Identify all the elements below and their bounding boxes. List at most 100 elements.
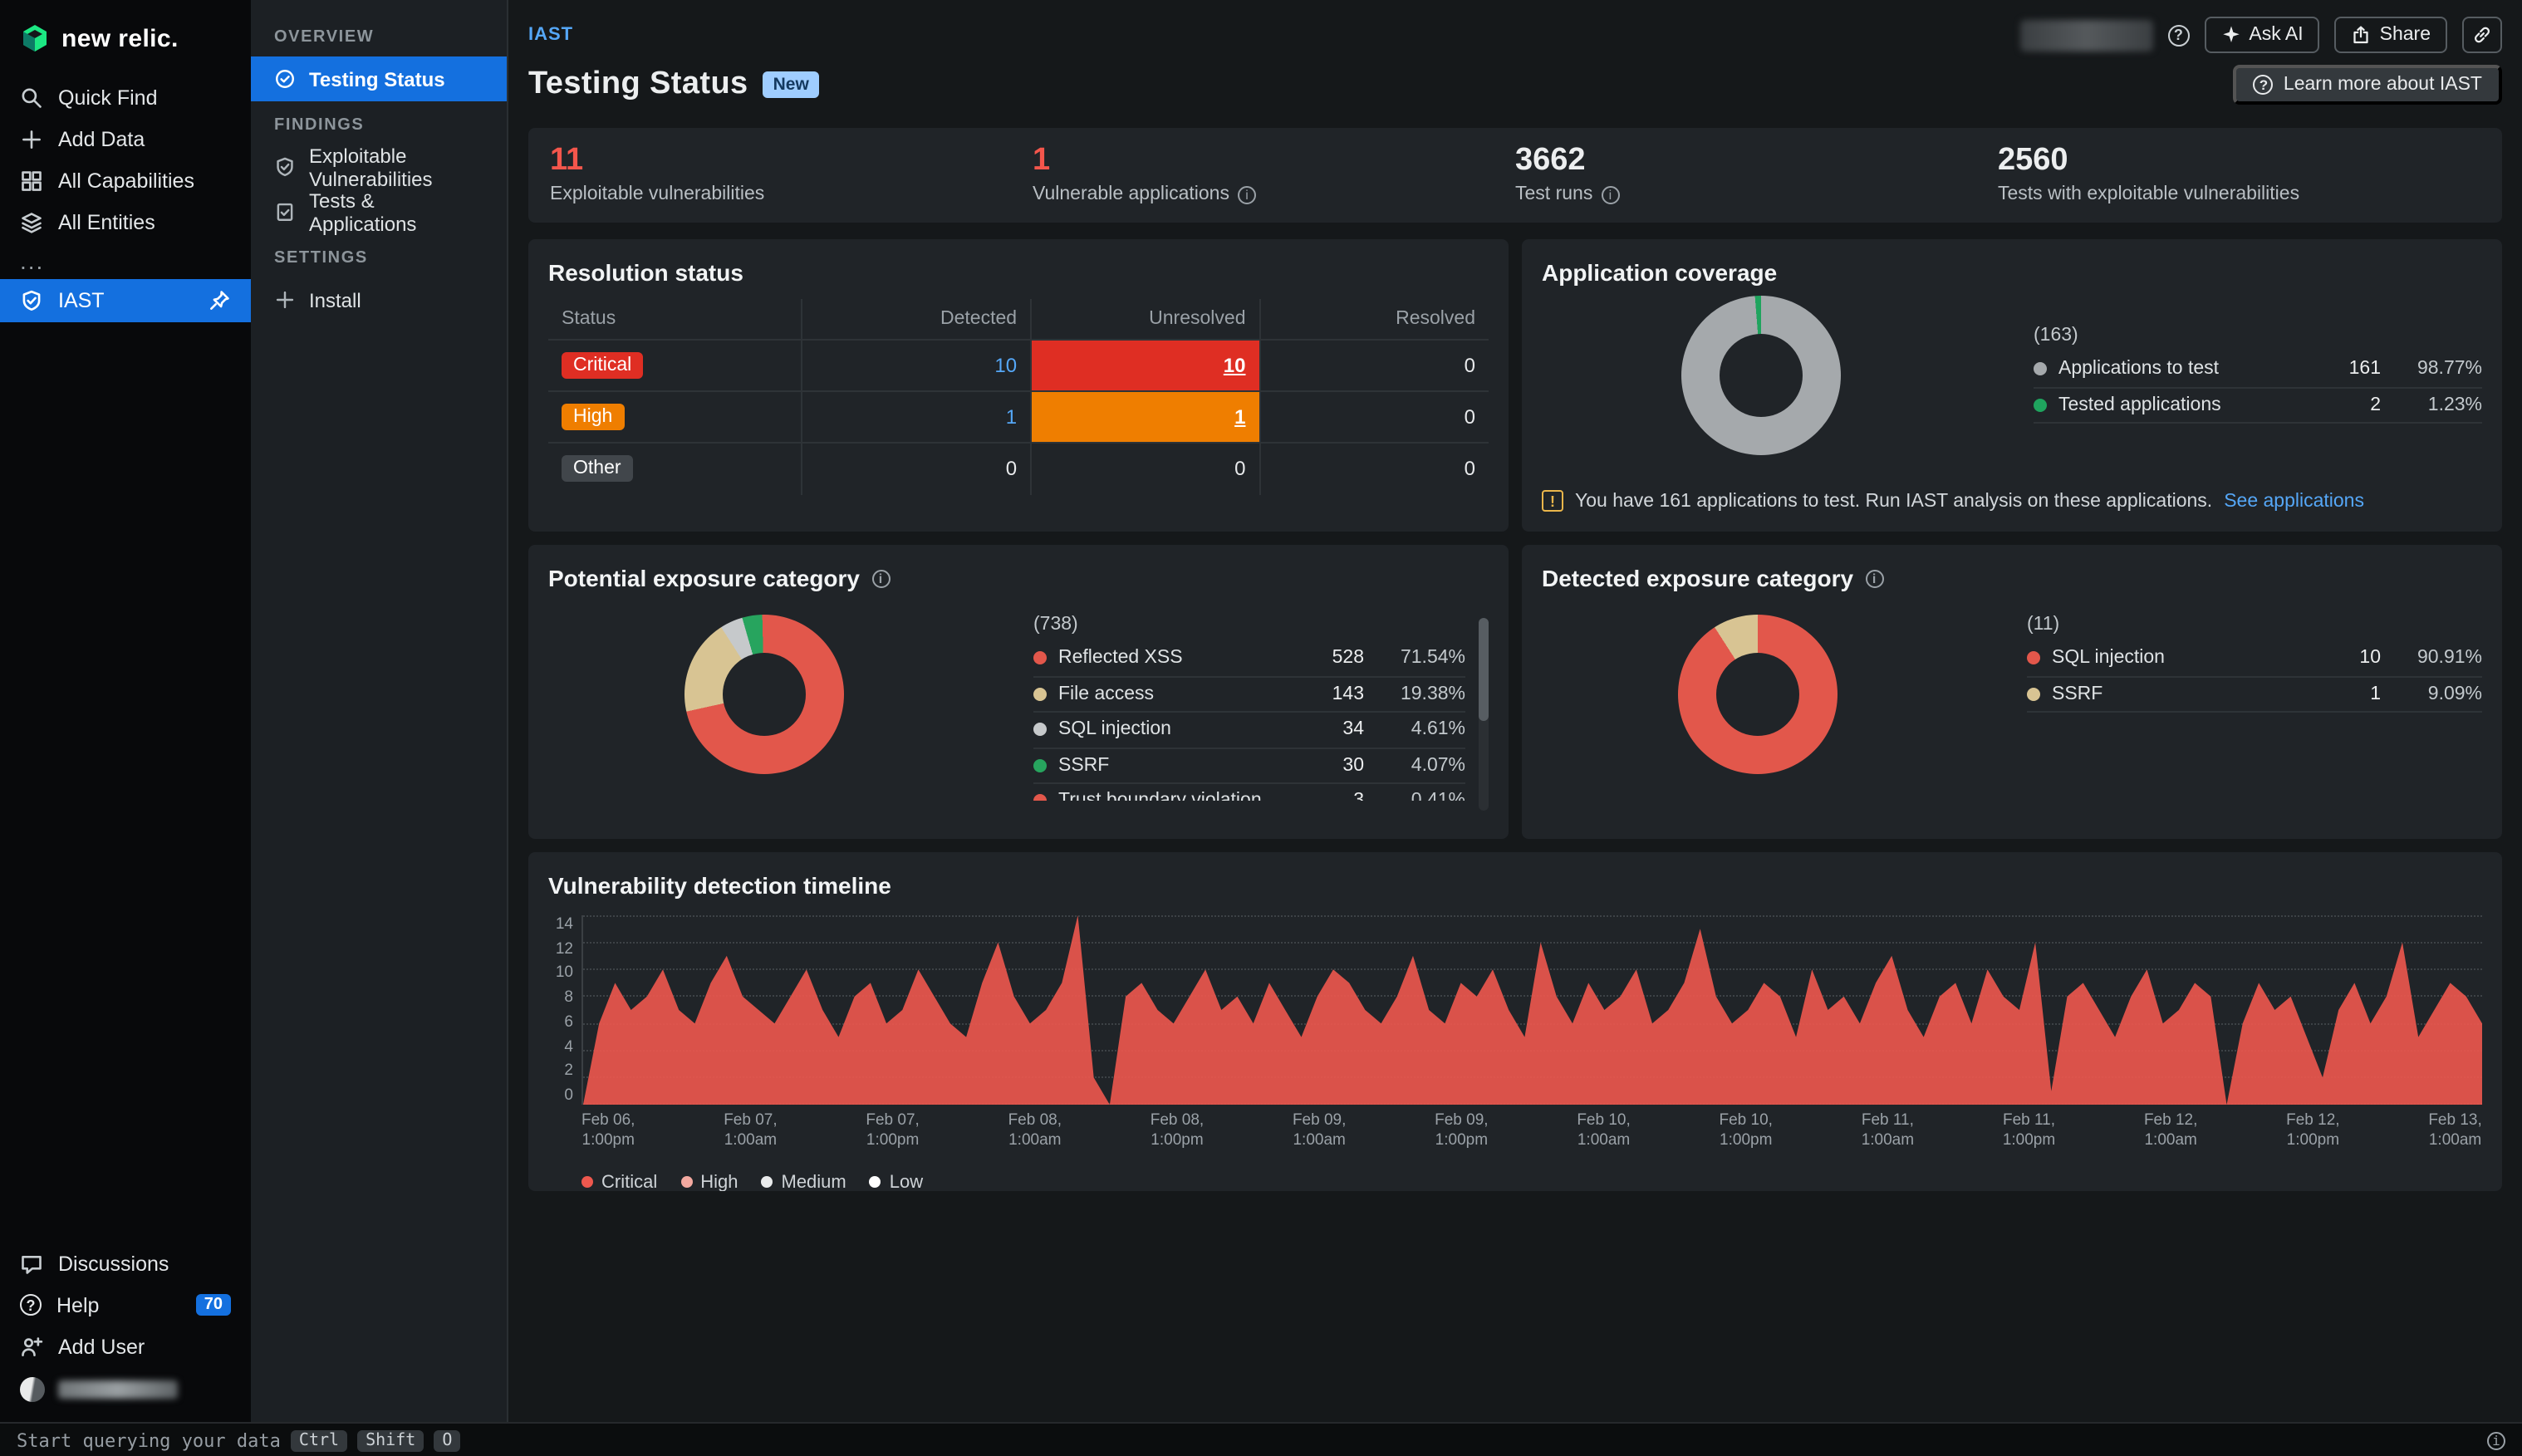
sidebar-item-more[interactable]: ... — [0, 243, 251, 279]
legend-row[interactable]: Trust boundary violation 3 0.41% — [1033, 784, 1465, 801]
breadcrumb[interactable]: IAST — [528, 25, 573, 45]
x-tick: Feb 13, 1:00am — [2428, 1111, 2482, 1150]
learn-more-label: Learn more about IAST — [2283, 75, 2482, 95]
brand-wordmark: new relic. — [61, 24, 179, 52]
legend-label: High — [700, 1172, 738, 1191]
vulnerability-timeline-card: Vulnerability detection timeline 14 12 1… — [528, 852, 2502, 1191]
warning-text: You have 161 applications to test. Run I… — [1575, 491, 2213, 511]
legend-label: Critical — [601, 1172, 658, 1191]
legend-row[interactable]: SQL injection 34 4.61% — [1033, 713, 1465, 748]
timeline-plot-area[interactable] — [581, 915, 2482, 1105]
legend-row[interactable]: SQL injection 10 90.91% — [2027, 641, 2482, 677]
column-header-resolved: Resolved — [1259, 299, 1489, 340]
sidebar-item-add-user[interactable]: Add User — [0, 1326, 251, 1367]
user-account-row[interactable] — [0, 1367, 251, 1422]
legend-total: (11) — [2027, 615, 2060, 635]
share-label: Share — [2379, 25, 2431, 45]
legend-item-low[interactable]: Low — [869, 1172, 923, 1191]
see-applications-link[interactable]: See applications — [2224, 491, 2364, 511]
search-icon — [22, 87, 42, 107]
unresolved-count-link[interactable]: 10 — [1224, 354, 1246, 377]
unresolved-count-link[interactable]: 1 — [1234, 405, 1245, 429]
info-icon[interactable]: i — [1865, 569, 1884, 587]
x-tick: Feb 12, 1:00am — [2143, 1111, 2198, 1150]
legend-row[interactable]: File access 143 19.38% — [1033, 677, 1465, 713]
learn-more-button[interactable]: ? Learn more about IAST — [2233, 65, 2502, 105]
share-button[interactable]: Share — [2334, 17, 2447, 53]
subnav-item-install[interactable]: Install — [251, 277, 507, 322]
detected-exposure-card: Detected exposure category i (11) SQL in… — [1522, 545, 2502, 839]
legend-dot — [680, 1176, 693, 1189]
scrollbar[interactable] — [1479, 618, 1489, 811]
sidebar-item-label: Quick Find — [58, 86, 158, 109]
legend-row[interactable]: SSRF 30 4.07% — [1033, 748, 1465, 784]
legend-percent: 1.23% — [2427, 395, 2482, 415]
sidebar-item-all-capabilities[interactable]: All Capabilities — [0, 159, 251, 201]
primary-sidebar: new relic. Quick Find Add Data All Capab… — [0, 0, 251, 1422]
legend-item-high[interactable]: High — [680, 1172, 738, 1191]
query-bar[interactable]: Start querying your data Ctrl Shift O i — [0, 1422, 2522, 1456]
table-row-high: High 1 1 0 — [548, 390, 1489, 443]
unresolved-count: 0 — [1234, 457, 1246, 481]
detected-count-link[interactable]: 1 — [1006, 405, 1017, 429]
legend-label: Tested applications — [2058, 395, 2221, 415]
new-relic-logo[interactable]: new relic. — [0, 17, 251, 76]
info-icon[interactable]: i — [1601, 185, 1620, 203]
subnav-item-testing-status[interactable]: Testing Status — [251, 56, 507, 101]
redacted-account-picker[interactable] — [2019, 19, 2153, 51]
layers-icon — [22, 212, 42, 233]
info-icon[interactable]: i — [2487, 1431, 2505, 1449]
column-header-detected: Detected — [801, 299, 1032, 340]
info-icon[interactable]: i — [1238, 185, 1256, 203]
pin-icon[interactable] — [208, 289, 231, 312]
sidebar-item-all-entities[interactable]: All Entities — [0, 201, 251, 243]
kpi-value: 11 — [550, 143, 584, 178]
subnav-item-tests-applications[interactable]: Tests & Applications — [251, 189, 507, 235]
share-icon — [2354, 26, 2369, 44]
column-header-status: Status — [562, 309, 616, 329]
topbar: IAST ? Ask AI Share — [508, 0, 2522, 53]
y-tick: 8 — [564, 988, 573, 1007]
legend-dot — [2027, 651, 2040, 665]
legend-row[interactable]: SSRF 1 9.09% — [2027, 677, 2482, 713]
legend-scroll-area[interactable]: Reflected XSS 528 71.54% File access 143 — [1033, 641, 1465, 801]
legend-row[interactable]: Tested applications 2 1.23% — [2034, 388, 2482, 424]
legend-item-critical[interactable]: Critical — [581, 1172, 657, 1191]
column-header-unresolved: Unresolved — [1030, 299, 1260, 340]
legend-value: 10 — [2359, 648, 2381, 669]
sidebar-item-iast[interactable]: IAST — [0, 279, 251, 322]
legend-row[interactable]: Applications to test 161 98.77% — [2034, 352, 2482, 388]
sidebar-item-label: Add User — [58, 1335, 145, 1358]
kpi-summary-card: 11 Exploitable vulnerabilities 1 Vulnera… — [528, 128, 2502, 223]
subnav-item-exploitable-vulnerabilities[interactable]: Exploitable Vulnerabilities — [251, 144, 507, 190]
y-tick: 0 — [564, 1086, 573, 1105]
clipboard-check-icon — [277, 203, 293, 221]
legend-item-medium[interactable]: Medium — [761, 1172, 846, 1191]
kpi-value: 2560 — [1998, 143, 2068, 178]
legend-dot — [1033, 758, 1047, 772]
copy-link-button[interactable] — [2462, 17, 2502, 53]
sidebar-item-discussions[interactable]: Discussions — [0, 1243, 251, 1284]
legend-label: Reflected XSS — [1058, 648, 1183, 669]
x-tick: Feb 11, 1:00am — [1861, 1111, 1915, 1150]
x-tick: Feb 09, 1:00am — [1292, 1111, 1347, 1150]
legend-row[interactable]: Reflected XSS 528 71.54% — [1033, 641, 1465, 677]
detected-exposure-legend: (11) SQL injection 10 90.91% SSRF 1 9.09… — [2027, 615, 2482, 774]
legend-value: 30 — [1342, 755, 1364, 776]
legend-percent: 19.38% — [1400, 684, 1465, 704]
scrollbar-thumb[interactable] — [1479, 618, 1489, 721]
info-icon[interactable]: i — [871, 569, 891, 587]
sidebar-item-add-data[interactable]: Add Data — [0, 118, 251, 159]
sidebar-item-label: Help — [56, 1293, 100, 1316]
card-title: Vulnerability detection timeline — [548, 872, 891, 899]
help-icon[interactable]: ? — [2167, 24, 2190, 46]
ask-ai-button[interactable]: Ask AI — [2204, 17, 2320, 53]
sidebar-item-help[interactable]: ? Help 70 — [0, 1284, 251, 1326]
legend-value: 34 — [1342, 719, 1364, 740]
legend-dot — [1033, 651, 1047, 665]
detected-exposure-donut-chart — [1678, 615, 1838, 774]
subnav-item-label: Install — [309, 288, 361, 311]
sidebar-item-quick-find[interactable]: Quick Find — [0, 76, 251, 118]
detected-count-link[interactable]: 10 — [994, 354, 1017, 377]
